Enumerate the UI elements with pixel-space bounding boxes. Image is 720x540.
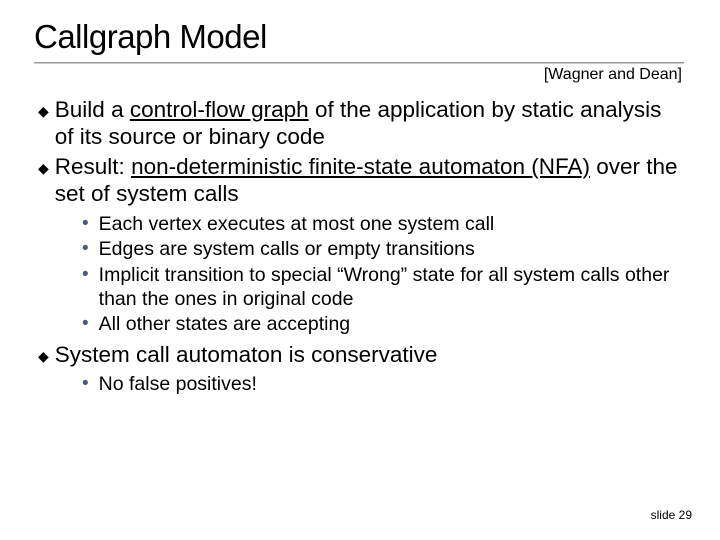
dot-icon: • [82,237,89,261]
sub-bullets: • Each vertex executes at most one syste… [38,212,686,337]
slide-body: ◆ Build a control-flow graph of the appl… [34,96,686,396]
bullet-level2: • Implicit transition to special “Wrong”… [82,263,686,312]
diamond-icon: ◆ [38,348,49,365]
bullet-text: System call automaton is conservative [55,341,438,368]
sub-bullet-text: Each vertex executes at most one system … [99,212,495,236]
dot-icon: • [82,312,89,336]
dot-icon: • [82,372,89,396]
bullet-text: Result: non-deterministic finite-state a… [55,153,686,208]
slide-number: slide 29 [651,508,692,522]
bullet-level1: ◆ Result: non-deterministic finite-state… [38,153,686,208]
dot-icon: • [82,263,89,287]
slide-title: Callgraph Model [34,18,686,56]
sub-bullet-text: Edges are system calls or empty transiti… [99,237,475,261]
bullet-text: Build a control-flow graph of the applic… [55,96,686,151]
bullet-level1: ◆ Build a control-flow graph of the appl… [38,96,686,151]
diamond-icon: ◆ [38,103,49,120]
sub-bullet-text: No false positives! [99,372,257,396]
bullet-level2: • All other states are accepting [82,312,686,336]
bullet-level2: • Edges are system calls or empty transi… [82,237,686,261]
sub-bullets: • No false positives! [38,372,686,396]
sub-bullet-text: All other states are accepting [99,312,350,336]
citation: [Wagner and Dean] [34,66,682,84]
dot-icon: • [82,212,89,236]
title-divider [34,62,684,64]
sub-bullet-text: Implicit transition to special “Wrong” s… [99,263,686,312]
bullet-level1: ◆ System call automaton is conservative [38,341,686,368]
bullet-level2: • No false positives! [82,372,686,396]
diamond-icon: ◆ [38,160,49,177]
bullet-level2: • Each vertex executes at most one syste… [82,212,686,236]
